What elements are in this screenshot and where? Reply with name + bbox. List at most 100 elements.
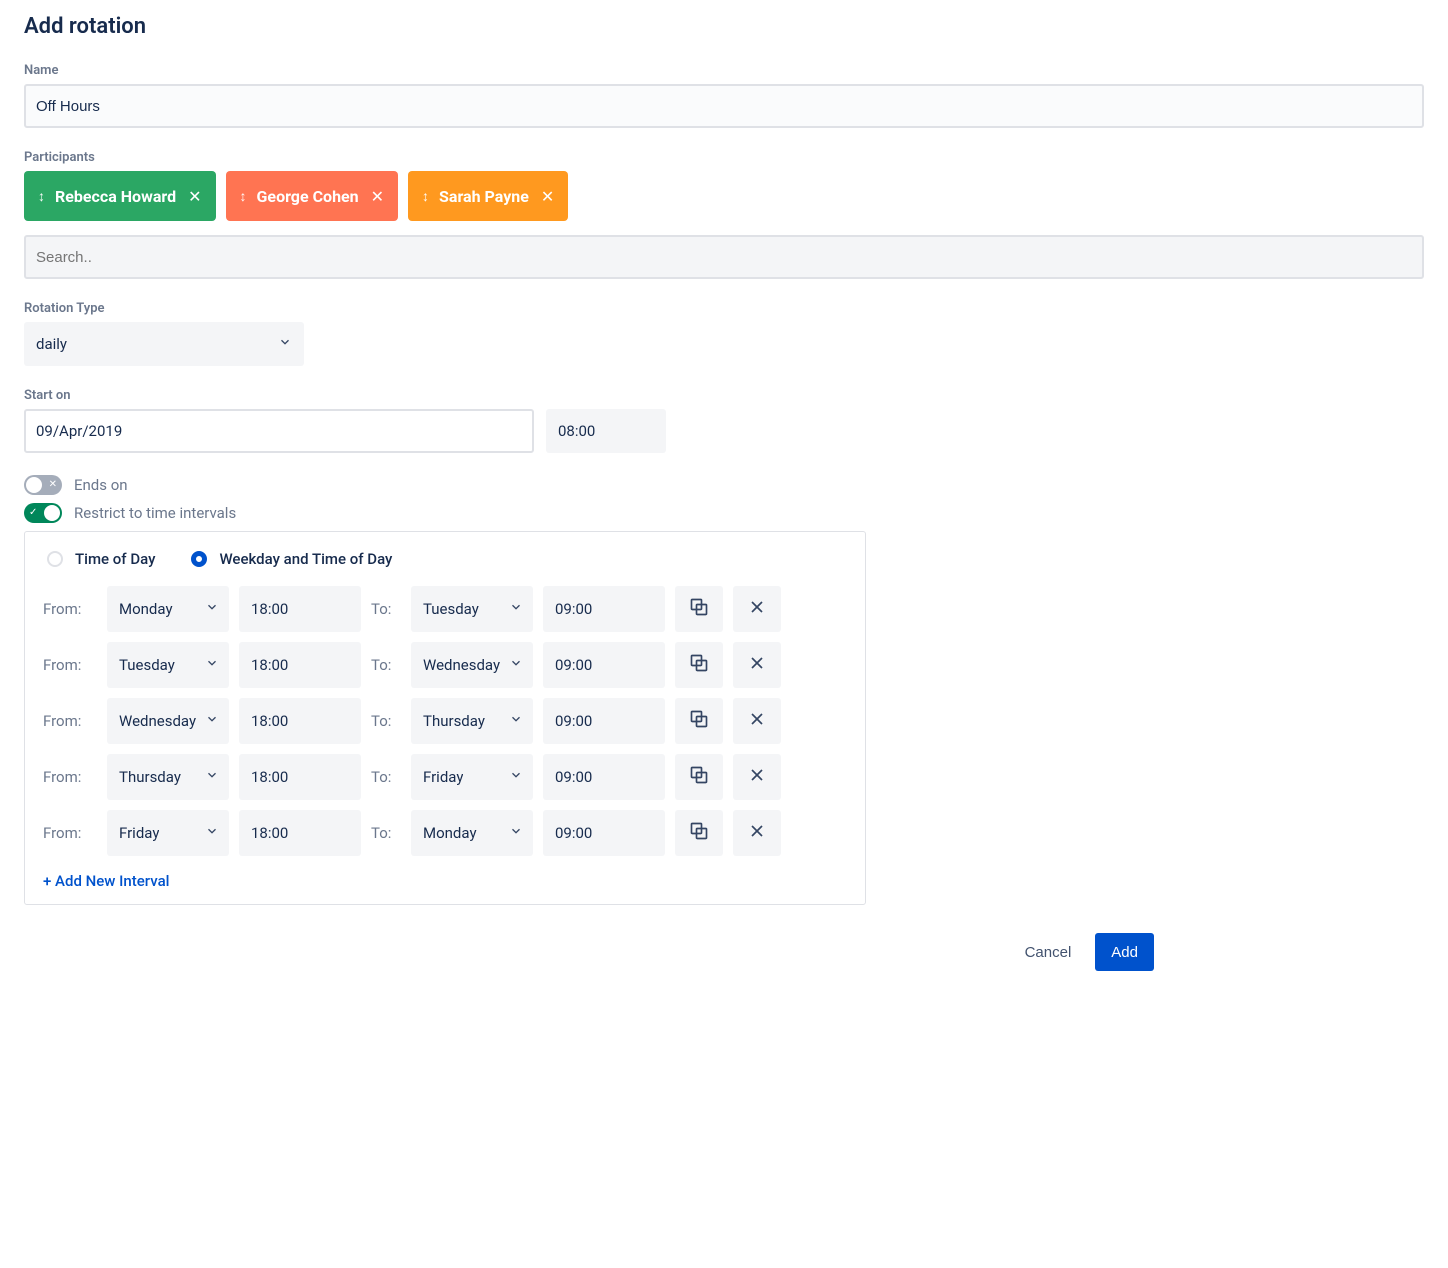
from-label: From: (43, 656, 97, 674)
remove-interval-button[interactable] (733, 586, 781, 632)
ends-on-row: ✕ Ends on (24, 475, 1424, 495)
participants-chips: ↕Rebecca Howard✕↕George Cohen✕↕Sarah Pay… (24, 171, 1424, 221)
to-time-input[interactable]: 09:00 (543, 754, 665, 800)
drag-handle-icon[interactable]: ↕ (38, 188, 45, 205)
from-time-input[interactable]: 18:00 (239, 754, 361, 800)
chevron-down-icon (205, 712, 219, 730)
close-icon (747, 709, 767, 733)
from-time-input[interactable]: 18:00 (239, 586, 361, 632)
to-time-input[interactable]: 09:00 (543, 642, 665, 688)
from-day-value: Tuesday (119, 656, 175, 674)
start-date-input[interactable]: 09/Apr/2019 (24, 409, 534, 453)
from-label: From: (43, 824, 97, 842)
to-day-select[interactable]: Thursday (411, 698, 533, 744)
name-input[interactable] (24, 84, 1424, 128)
radio-time-of-day[interactable]: Time of Day (47, 550, 155, 568)
drag-handle-icon[interactable]: ↕ (422, 188, 429, 205)
interval-row: From:Friday18:00To:Monday09:00 (43, 810, 847, 856)
copy-icon (689, 597, 709, 621)
duplicate-interval-button[interactable] (675, 642, 723, 688)
close-icon (747, 821, 767, 845)
from-day-select[interactable]: Thursday (107, 754, 229, 800)
to-time-value: 09:00 (555, 712, 592, 730)
rotation-type-select[interactable]: daily (24, 322, 304, 366)
restrict-toggle[interactable]: ✓ (24, 503, 62, 523)
to-time-value: 09:00 (555, 656, 592, 674)
to-day-select[interactable]: Tuesday (411, 586, 533, 632)
participant-name: Rebecca Howard (55, 187, 176, 206)
duplicate-interval-button[interactable] (675, 754, 723, 800)
cancel-button[interactable]: Cancel (1009, 933, 1088, 971)
dialog-footer: Cancel Add (24, 933, 1154, 971)
start-on-label: Start on (24, 388, 1424, 403)
to-label: To: (371, 600, 401, 618)
to-time-value: 09:00 (555, 600, 592, 618)
from-day-select[interactable]: Friday (107, 810, 229, 856)
interval-mode-radios: Time of Day Weekday and Time of Day (43, 550, 847, 568)
remove-icon[interactable]: ✕ (188, 187, 201, 206)
from-time-value: 18:00 (251, 600, 288, 618)
to-time-value: 09:00 (555, 768, 592, 786)
duplicate-interval-button[interactable] (675, 586, 723, 632)
remove-interval-button[interactable] (733, 698, 781, 744)
remove-icon[interactable]: ✕ (541, 187, 554, 206)
copy-icon (689, 653, 709, 677)
interval-row: From:Monday18:00To:Tuesday09:00 (43, 586, 847, 632)
start-time-input[interactable]: 08:00 (546, 409, 666, 453)
remove-icon[interactable]: ✕ (371, 187, 384, 206)
chevron-down-icon (509, 712, 523, 730)
participant-chip[interactable]: ↕ Rebecca Howard ✕ (24, 171, 216, 221)
to-time-input[interactable]: 09:00 (543, 810, 665, 856)
interval-row: From: Wednesday18:00 To: Thursday 09:00 (43, 698, 847, 744)
from-day-select[interactable]: Monday (107, 586, 229, 632)
remove-interval-button[interactable] (733, 754, 781, 800)
to-label: To: (371, 712, 401, 730)
to-label: To: (371, 656, 401, 674)
chevron-down-icon (278, 335, 292, 353)
to-day-select[interactable]: Wednesday (411, 642, 533, 688)
participant-name: Sarah Payne (439, 187, 529, 206)
to-day-value: Friday (423, 768, 463, 786)
to-day-select[interactable]: Friday (411, 754, 533, 800)
chevron-down-icon (509, 768, 523, 786)
add-interval-link[interactable]: + Add New Interval (43, 872, 169, 890)
from-day-select[interactable]: Wednesday (107, 698, 229, 744)
interval-row: From: Tuesday 18:00 To: Wednesday 09:00 (43, 642, 847, 688)
to-time-input[interactable]: 09:00 (543, 586, 665, 632)
ends-on-label: Ends on (74, 476, 128, 494)
to-time-input[interactable]: 09:00 (543, 698, 665, 744)
ends-on-toggle[interactable]: ✕ (24, 475, 62, 495)
duplicate-interval-button[interactable] (675, 810, 723, 856)
radio-weekday-time[interactable]: Weekday and Time of Day (191, 550, 392, 568)
duplicate-interval-button[interactable] (675, 698, 723, 744)
participant-chip[interactable]: ↕George Cohen✕ (226, 171, 399, 221)
from-time-value: 18:00 (251, 656, 288, 674)
chevron-down-icon (205, 600, 219, 618)
from-time-input[interactable]: 18:00 (239, 810, 361, 856)
participant-chip[interactable]: ↕ Sarah Payne ✕ (408, 171, 568, 221)
to-label: To: (371, 768, 401, 786)
from-label: From: (43, 712, 97, 730)
from-time-input[interactable]: 18:00 (239, 698, 361, 744)
add-button[interactable]: Add (1095, 933, 1154, 971)
remove-interval-button[interactable] (733, 810, 781, 856)
copy-icon (689, 709, 709, 733)
close-icon (747, 653, 767, 677)
participants-block: Participants ↕Rebecca Howard✕↕George Coh… (24, 150, 1424, 279)
from-day-value: Thursday (119, 768, 181, 786)
interval-row: From:Thursday18:00To:Friday09:00 (43, 754, 847, 800)
name-field-block: Name (24, 63, 1424, 128)
remove-interval-button[interactable] (733, 642, 781, 688)
chevron-down-icon (509, 600, 523, 618)
copy-icon (689, 765, 709, 789)
from-time-input[interactable]: 18:00 (239, 642, 361, 688)
drag-handle-icon[interactable]: ↕ (240, 188, 247, 205)
page-title: Add rotation (24, 14, 1424, 39)
participants-search-input[interactable] (24, 235, 1424, 279)
restrict-row: ✓ Restrict to time intervals (24, 503, 1424, 523)
from-day-select[interactable]: Tuesday (107, 642, 229, 688)
to-time-value: 09:00 (555, 824, 592, 842)
from-day-value: Friday (119, 824, 159, 842)
to-day-value: Monday (423, 824, 477, 842)
to-day-select[interactable]: Monday (411, 810, 533, 856)
